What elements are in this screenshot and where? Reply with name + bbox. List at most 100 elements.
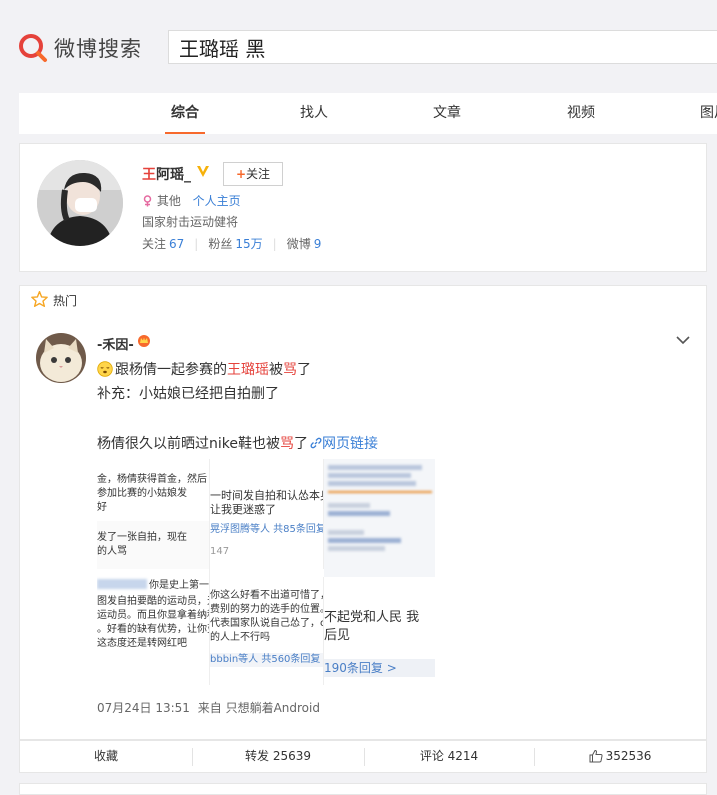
collage-text: 。好看的缺有优势，让你变 <box>97 624 209 635</box>
author-avatar-image <box>36 333 86 383</box>
collage-text: 参加比赛的小姑娘发 <box>97 488 187 499</box>
verified-v-icon <box>197 166 209 177</box>
collage-text: 后见 <box>324 628 351 643</box>
user-result-card: 王阿瑶_ +关注 其他 个人主页 国家射击运动健将 关注 67 | 粉丝 15万 | 微博 9 <box>19 143 707 272</box>
highlight-word: 骂 <box>283 362 297 378</box>
post-text-line-1: 跟杨倩一起参赛的王璐瑶被骂了 <box>97 359 311 379</box>
collage-image-1b: 发了一张自拍，现在 的人骂 <box>97 521 209 569</box>
follow-button[interactable]: +关注 <box>223 162 283 186</box>
user-name[interactable]: 王阿瑶_ <box>142 164 191 184</box>
tab-people[interactable]: 找人 <box>299 93 329 134</box>
search-tabs: 综合 找人 文章 视频 图片 <box>19 93 717 134</box>
author-name[interactable]: -禾因- <box>97 334 134 353</box>
tab-comprehensive[interactable]: 综合 <box>165 93 205 134</box>
collage-image-5: 你这么好看不出道可惜了， 费别的努力的选手的位置。 代表国家队说自己怂了，ok … <box>209 569 324 685</box>
user-description: 国家射击运动健将 <box>142 215 239 229</box>
collage-text: 不起党和人民 我 <box>324 610 420 625</box>
stat-followers-value: 15万 <box>235 237 263 251</box>
collage-text: 的人上不行吗 <box>210 632 270 643</box>
next-card-edge <box>19 783 707 795</box>
collage-text: 你是史上第一 <box>149 580 209 591</box>
star-icon <box>31 291 48 307</box>
collage-text: 让我更迷惑了 <box>210 503 276 516</box>
top-bar: 微博搜索 <box>0 0 717 82</box>
sleepy-emoji-icon <box>97 361 113 377</box>
female-icon <box>143 195 152 207</box>
post-image-collage[interactable]: 金，杨倩获得首金，然后 参加比赛的小姑娘发 好 发了一张自拍，现在 的人骂 一时… <box>97 459 435 685</box>
plus-icon: + <box>235 167 247 181</box>
like-button[interactable]: 352536 <box>534 741 706 772</box>
collage-text: 147 <box>210 546 230 557</box>
highlight-name: 王璐瑶 <box>227 362 269 378</box>
tab-articles[interactable]: 文章 <box>432 93 462 134</box>
hot-label: 热门 <box>53 294 78 308</box>
stat-followers-label: 粉丝 <box>208 237 233 251</box>
collage-text: 金，杨倩获得首金，然后 <box>97 474 207 485</box>
collage-image-6: 不起党和人民 我 后见 190条回复 > <box>323 577 435 685</box>
stat-posts[interactable]: 微博 9 <box>287 237 322 251</box>
text-segment: 了 <box>293 436 308 452</box>
collage-image-2: 一时间发自拍和认怂本身 让我更迷惑了 晃浮图腾等人 共85条回复 147 <box>209 459 324 569</box>
collage-text: 发了一张自拍，现在 <box>97 532 187 543</box>
user-name-highlight: 王 <box>142 167 156 183</box>
user-name-rest: 阿瑶_ <box>156 167 191 183</box>
homepage-link[interactable]: 个人主页 <box>193 194 241 208</box>
like-count: 352536 <box>605 749 652 763</box>
web-link-label: 网页链接 <box>321 436 378 452</box>
post-action-bar: 收藏 转发 25639 评论 4214 352536 <box>19 740 707 773</box>
avatar[interactable] <box>37 160 123 246</box>
collage-text: 图发自拍要酷的运动员，天 <box>97 596 209 607</box>
search-input[interactable] <box>168 30 717 64</box>
stat-following[interactable]: 关注 67 <box>142 237 184 251</box>
hot-section-header: 热门 <box>19 285 707 314</box>
collage-text: 运动员。而且你显拿着纳税 <box>97 610 209 621</box>
post-source: 来自 只想躺着Android <box>197 701 320 715</box>
post-text-line-2: 补充：小姑娘已经把自拍删了 <box>97 386 279 402</box>
collage-text: 好 <box>97 502 107 513</box>
comment-button[interactable]: 评论 4214 <box>364 741 534 772</box>
logo-text: 微博搜索 <box>54 37 142 61</box>
thumbs-up-icon <box>589 749 603 763</box>
collage-text: bbbin等人 共560条回复 > <box>210 653 324 667</box>
stat-followers[interactable]: 粉丝 15万 <box>208 237 262 251</box>
repost-button[interactable]: 转发 25639 <box>192 741 364 772</box>
stat-following-label: 关注 <box>142 237 167 251</box>
favorite-button[interactable]: 收藏 <box>20 741 192 772</box>
post-time[interactable]: 07月24日 13:51 <box>97 701 190 715</box>
text-segment: 了 <box>297 362 311 378</box>
tab-videos[interactable]: 视频 <box>566 93 596 134</box>
collage-image-4: 你是史上第一 图发自拍要酷的运动员，天 运动员。而且你显拿着纳税 。好看的缺有优… <box>97 569 209 685</box>
collage-image-3 <box>323 459 435 577</box>
highlight-word: 骂 <box>279 436 294 452</box>
text-segment: 跟杨倩一起参赛的 <box>115 362 227 378</box>
collage-text: 晃浮图腾等人 共85条回复 <box>210 524 324 535</box>
collage-text: 一时间发自拍和认怂本身 <box>210 489 324 502</box>
collage-text: 190条回复 > <box>324 659 435 677</box>
text-segment: 被 <box>269 362 283 378</box>
user-stats: 关注 67 | 粉丝 15万 | 微博 9 <box>142 237 322 251</box>
author-avatar[interactable] <box>36 333 86 383</box>
crown-icon <box>138 335 150 347</box>
text-segment: 杨倩很久以前晒过nike鞋也被 <box>97 436 280 452</box>
stat-posts-label: 微博 <box>286 237 311 251</box>
collage-text: 这态度还是转网红吧 <box>97 638 187 649</box>
weibo-search-logo[interactable]: 微博搜索 <box>18 32 142 64</box>
stat-following-value: 67 <box>169 237 185 251</box>
user-type-row: 其他 个人主页 <box>142 192 241 209</box>
post-meta: 07月24日 13:51 来自 只想躺着Android <box>97 699 320 716</box>
weibo-search-logo-icon <box>19 34 47 62</box>
user-type: 其他 <box>156 194 181 208</box>
collage-text: 费别的努力的选手的位置。 <box>210 604 324 615</box>
collage-text: 你这么好看不出道可惜了， <box>210 590 324 601</box>
web-link[interactable]: 网页链接 <box>308 436 378 452</box>
collage-text: 代表国家队说自己怂了，ok <box>210 618 324 629</box>
tab-images[interactable]: 图片 <box>700 93 717 134</box>
chevron-down-icon[interactable] <box>676 336 690 345</box>
stat-posts-value: 9 <box>313 237 322 251</box>
post-card: -禾因- 跟杨倩一起参赛的王璐瑶被骂了 补充：小姑娘已经把自拍删了 杨倩很久以前… <box>19 313 707 740</box>
post-text-line-3: 杨倩很久以前晒过nike鞋也被骂了 网页链接 <box>97 433 378 453</box>
collage-text: 的人骂 <box>97 546 127 557</box>
avatar-image <box>37 160 123 246</box>
follow-label: 关注 <box>246 167 271 181</box>
link-icon <box>310 437 322 449</box>
